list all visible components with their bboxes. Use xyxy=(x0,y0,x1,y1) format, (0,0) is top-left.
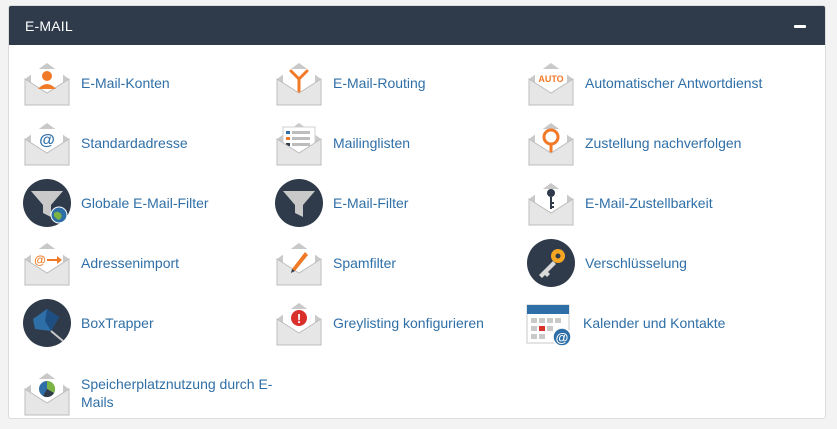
item-label: E-Mail-Zustellbarkeit xyxy=(585,195,713,211)
item-email-filters[interactable]: E-Mail-Filter xyxy=(275,179,408,227)
item-boxtrapper[interactable]: BoxTrapper xyxy=(23,299,154,347)
item-email-routing[interactable]: E-Mail-Routing xyxy=(275,59,426,107)
item-label: Adressenimport xyxy=(81,255,180,271)
email-tools-grid: E-Mail-Konten E-Mail-Routing AUTO Automa… xyxy=(9,45,825,417)
at-arrow-text: @ xyxy=(34,253,46,267)
panel-header: E-MAIL xyxy=(9,6,825,45)
item-label: Automatischer Antwortdienst xyxy=(585,75,763,91)
item-address-importer[interactable]: @ Adressenimport xyxy=(23,239,179,287)
email-panel: E-MAIL E-Mail-Konten E-Mail-Routing AUTO… xyxy=(8,5,826,419)
item-label: Speicherplatznutzung durch E-Mails xyxy=(81,376,273,410)
at-text: @ xyxy=(39,132,55,149)
envelope-at-icon: @ xyxy=(23,119,71,167)
collapse-button[interactable] xyxy=(793,19,807,33)
envelope-warning-icon: ! xyxy=(275,299,323,347)
item-track-delivery[interactable]: Zustellung nachverfolgen xyxy=(527,119,741,167)
calendar-at-text: @ xyxy=(556,330,569,345)
envelope-pen-icon xyxy=(275,239,323,287)
item-label: BoxTrapper xyxy=(81,315,154,331)
panel-title: E-MAIL xyxy=(25,17,73,34)
item-label: E-Mail-Filter xyxy=(333,195,409,211)
auto-text: AUTO xyxy=(538,74,563,84)
item-label: Kalender und Kontakte xyxy=(583,315,726,331)
item-calendars-contacts[interactable]: @ Kalender und Kontakte xyxy=(525,299,725,347)
envelope-at-arrow-icon: @ xyxy=(23,239,71,287)
item-autoresponder[interactable]: AUTO Automatischer Antwortdienst xyxy=(527,59,762,107)
funnel-icon xyxy=(275,179,323,227)
item-default-address[interactable]: @ Standardadresse xyxy=(23,119,188,167)
item-spam-filters[interactable]: Spamfilter xyxy=(275,239,396,287)
key-circle-icon xyxy=(527,239,575,287)
item-email-accounts[interactable]: E-Mail-Konten xyxy=(23,59,170,107)
item-global-email-filters[interactable]: Globale E-Mail-Filter xyxy=(23,179,209,227)
warning-text: ! xyxy=(297,311,301,326)
item-label: Standardadresse xyxy=(81,135,188,151)
item-mailing-lists[interactable]: Mailinglisten xyxy=(275,119,410,167)
item-label: Zustellung nachverfolgen xyxy=(585,135,742,151)
item-label: E-Mail-Routing xyxy=(333,75,426,91)
item-label: Spamfilter xyxy=(333,255,397,271)
item-label: Globale E-Mail-Filter xyxy=(81,195,209,211)
envelope-pie-chart-icon xyxy=(23,369,71,417)
item-email-deliverability[interactable]: E-Mail-Zustellbarkeit xyxy=(527,179,713,227)
item-email-disk-usage[interactable]: Speicherplatznutzung durch E-Mails xyxy=(23,369,281,417)
calendar-at-icon: @ xyxy=(525,299,573,347)
box-trap-icon xyxy=(23,299,71,347)
envelope-auto-icon: AUTO xyxy=(527,59,575,107)
envelope-key-icon xyxy=(527,179,575,227)
envelope-list-icon xyxy=(275,119,323,167)
item-encryption[interactable]: Verschlüsselung xyxy=(527,239,687,287)
item-label: E-Mail-Konten xyxy=(81,75,170,91)
item-greylisting[interactable]: ! Greylisting konfigurieren xyxy=(275,299,484,347)
envelope-routing-icon xyxy=(275,59,323,107)
envelope-user-icon xyxy=(23,59,71,107)
item-label: Mailinglisten xyxy=(333,135,411,151)
item-label: Verschlüsselung xyxy=(585,255,687,271)
funnel-globe-icon xyxy=(23,179,71,227)
envelope-location-pin-icon xyxy=(527,119,575,167)
item-label: Greylisting konfigurieren xyxy=(333,315,484,331)
